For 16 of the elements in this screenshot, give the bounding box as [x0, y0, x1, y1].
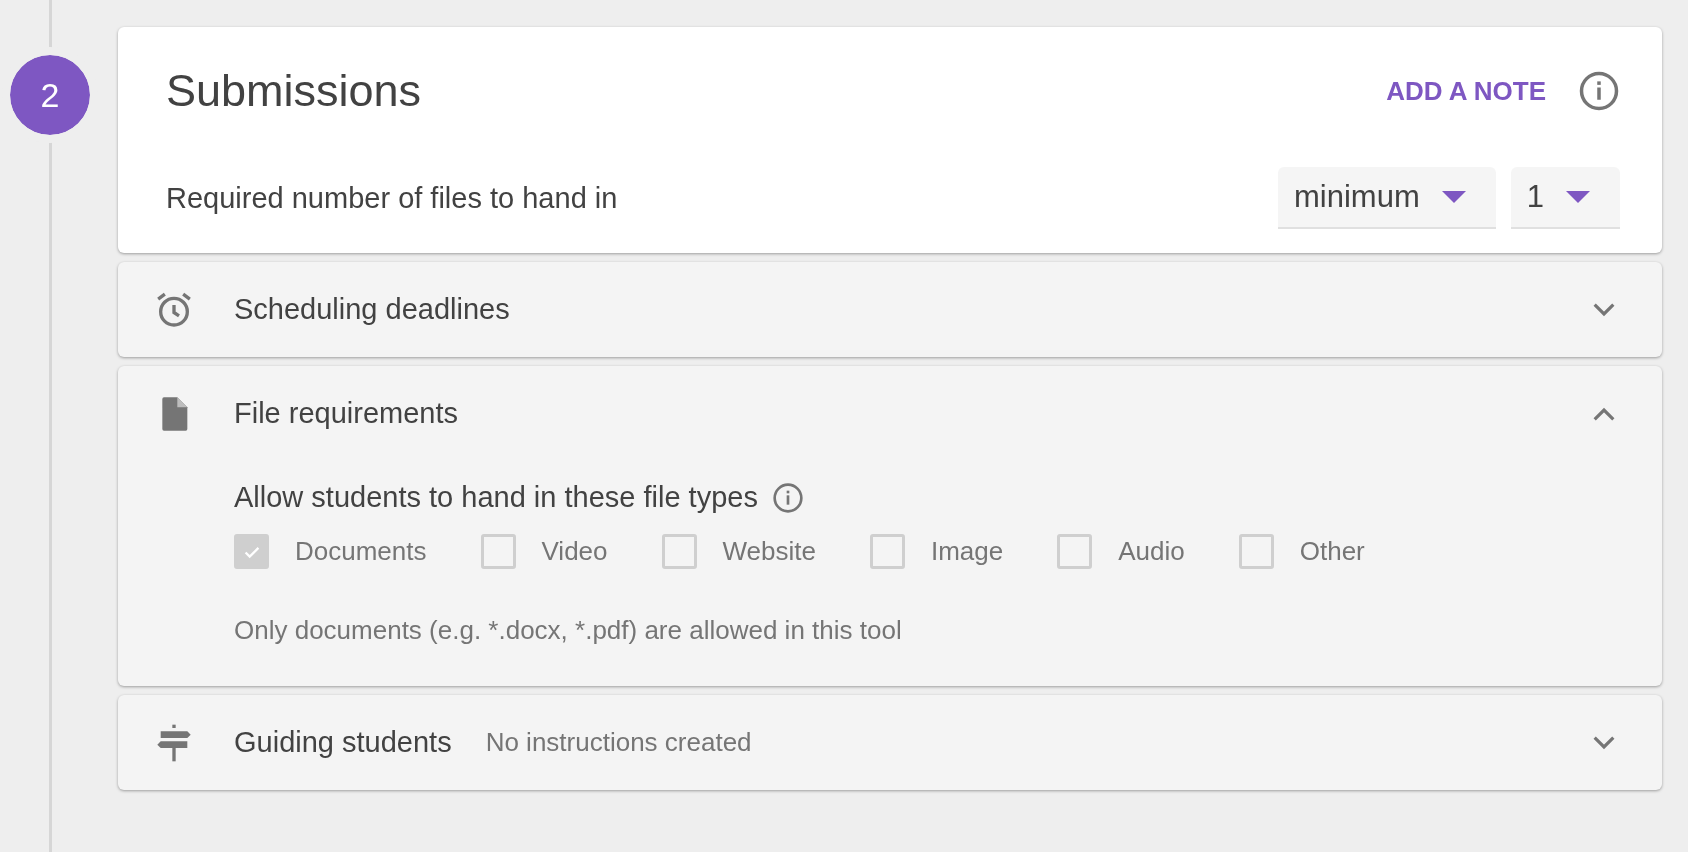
dropdown[interactable]: minimum — [1278, 167, 1496, 229]
section-title: File requirements — [234, 397, 459, 430]
info-icon[interactable] — [771, 481, 804, 514]
add-note-button[interactable]: ADD A NOTE — [1386, 71, 1546, 111]
info-icon[interactable] — [1578, 70, 1620, 112]
signpost-icon — [154, 722, 194, 763]
card-title: Submissions — [166, 65, 422, 117]
dropdown[interactable]: 1 — [1510, 167, 1620, 229]
file-types-hint: Only documents (e.g. *.docx, *.pdf) are allowed in this tool — [234, 615, 903, 646]
caret-icon — [1566, 191, 1590, 203]
section-title: Guiding students — [234, 726, 452, 759]
file-types-heading: Allow students to hand in these file types — [234, 481, 758, 514]
caret-icon — [1441, 191, 1466, 203]
section-status: No instructions created — [485, 727, 752, 758]
setting-label: Required number of files to hand in — [166, 181, 618, 215]
section-title: Scheduling deadlines — [234, 293, 510, 326]
